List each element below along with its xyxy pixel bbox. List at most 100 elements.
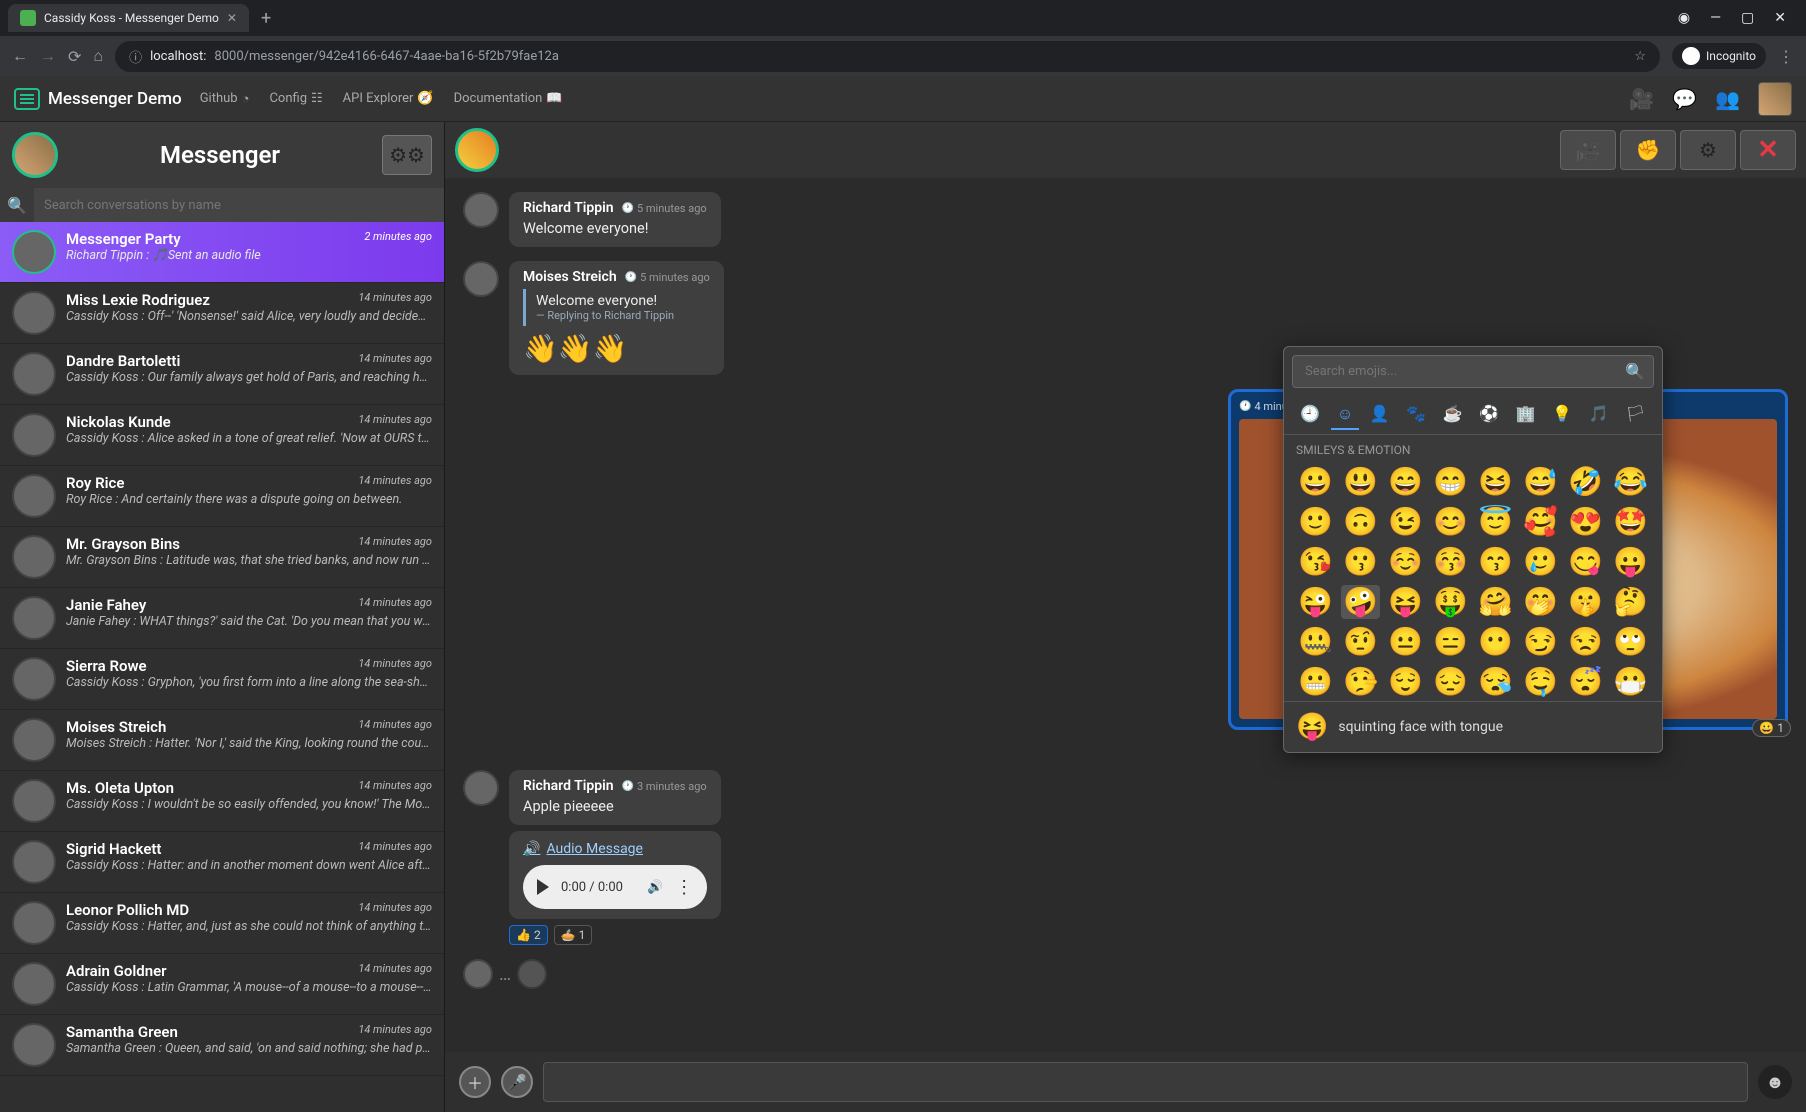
travel-tab-icon[interactable]: 🏢 xyxy=(1510,400,1542,430)
emoji-cell[interactable]: 😛 xyxy=(1611,545,1650,579)
back-button[interactable]: ← xyxy=(12,46,28,66)
me-avatar[interactable] xyxy=(12,132,58,178)
emoji-cell[interactable]: 😔 xyxy=(1431,665,1470,699)
close-thread-button[interactable]: ✕ xyxy=(1740,130,1796,170)
thread-avatar[interactable] xyxy=(455,128,499,172)
reaction-chip[interactable]: 🥧 1 xyxy=(554,925,593,945)
emoji-cell[interactable]: 🤪 xyxy=(1341,585,1380,619)
conversation-item[interactable]: Moises Streich Moises Streich : Hatter. … xyxy=(0,710,444,771)
conversation-item[interactable]: Sierra Rowe Cassidy Koss : Gryphon, 'you… xyxy=(0,649,444,710)
video-call-button[interactable]: 🎥 xyxy=(1560,130,1616,170)
chat-icon[interactable]: 💬 xyxy=(1672,87,1697,111)
message-bubble[interactable]: Richard Tippin 3 minutes ago Apple pieee… xyxy=(509,770,721,825)
emoji-cell[interactable]: 😘 xyxy=(1296,545,1335,579)
bookmark-icon[interactable]: ☆ xyxy=(1634,49,1646,64)
emoji-cell[interactable]: 😍 xyxy=(1566,505,1605,539)
objects-tab-icon[interactable]: 💡 xyxy=(1546,400,1578,430)
documentation-link[interactable]: Documentation 📖 xyxy=(454,91,563,107)
author-avatar[interactable] xyxy=(463,261,499,297)
emoji-grid[interactable]: 😀😃😄😁😆😅🤣😂🙂🙃😉😊😇🥰😍🤩😘😗☺️😚😙🥲😋😛😜🤪😝🤑🤗🤭🤫🤔🤐🤨😐😑😶😏😒… xyxy=(1284,461,1662,701)
emoji-cell[interactable]: 😊 xyxy=(1431,505,1470,539)
emoji-cell[interactable]: 😁 xyxy=(1431,465,1470,499)
animals-tab-icon[interactable]: 🐾 xyxy=(1400,400,1432,430)
activity-tab-icon[interactable]: ⚽ xyxy=(1473,400,1505,430)
emoji-cell[interactable]: 😆 xyxy=(1476,465,1515,499)
emoji-cell[interactable]: 😇 xyxy=(1476,505,1515,539)
emoji-cell[interactable]: 🤫 xyxy=(1566,585,1605,619)
message-input[interactable] xyxy=(543,1062,1748,1102)
emoji-cell[interactable]: 🤗 xyxy=(1476,585,1515,619)
symbols-tab-icon[interactable]: 🎵 xyxy=(1583,400,1615,430)
conversation-item[interactable]: Sigrid Hackett Cassidy Koss : Hatter: an… xyxy=(0,832,444,893)
emoji-cell[interactable]: 😷 xyxy=(1611,665,1650,699)
conversation-item[interactable]: Roy Rice Roy Rice : And certainly there … xyxy=(0,466,444,527)
emoji-cell[interactable]: 😶 xyxy=(1476,625,1515,659)
volume-icon[interactable]: 🔊 xyxy=(647,880,663,895)
conversation-item[interactable]: Leonor Pollich MD Cassidy Koss : Hatter,… xyxy=(0,893,444,954)
emoji-cell[interactable]: 🤭 xyxy=(1521,585,1560,619)
emoji-cell[interactable]: 🤨 xyxy=(1341,625,1380,659)
conversation-item[interactable]: Adrain Goldner Cassidy Koss : Latin Gram… xyxy=(0,954,444,1015)
browser-tab[interactable]: Cassidy Koss - Messenger Demo ✕ xyxy=(8,4,249,32)
reaction-badge[interactable]: 😀 1 xyxy=(1752,719,1791,737)
reaction-chip[interactable]: 👍 2 xyxy=(509,925,548,945)
browser-menu-button[interactable]: ⋮ xyxy=(1778,47,1794,66)
forward-button[interactable]: → xyxy=(40,46,56,66)
url-field[interactable]: ⓘ localhost:8000/messenger/942e4166-6467… xyxy=(115,41,1660,72)
audio-menu-button[interactable]: ⋮ xyxy=(675,877,693,898)
record-audio-button[interactable]: 🎤 xyxy=(501,1066,533,1098)
messages-scroll[interactable]: Richard Tippin 5 minutes ago Welcome eve… xyxy=(445,178,1806,1112)
attach-button[interactable]: ＋ xyxy=(459,1066,491,1098)
smileys-tab-icon[interactable]: ☺ xyxy=(1331,400,1359,430)
message-bubble[interactable]: Richard Tippin 5 minutes ago Welcome eve… xyxy=(509,192,721,247)
minimize-button[interactable]: — xyxy=(1710,10,1721,26)
emoji-cell[interactable]: 🙄 xyxy=(1611,625,1650,659)
conversation-item[interactable]: Ms. Oleta Upton Cassidy Koss : I wouldn'… xyxy=(0,771,444,832)
knock-button[interactable]: ✊ xyxy=(1620,130,1676,170)
emoji-cell[interactable]: 😐 xyxy=(1386,625,1425,659)
emoji-cell[interactable]: 😙 xyxy=(1476,545,1515,579)
emoji-cell[interactable]: ☺️ xyxy=(1386,545,1425,579)
emoji-cell[interactable]: 🤤 xyxy=(1521,665,1560,699)
video-icon[interactable]: 🎥 xyxy=(1629,87,1654,111)
conversation-item[interactable]: Miss Lexie Rodriguez Cassidy Koss : Off-… xyxy=(0,283,444,344)
emoji-cell[interactable]: 😌 xyxy=(1386,665,1425,699)
emoji-cell[interactable]: 🤐 xyxy=(1296,625,1335,659)
recent-tab-icon[interactable]: 🕘 xyxy=(1294,400,1326,430)
conversation-list[interactable]: Messenger Party Richard Tippin : 🎵Sent a… xyxy=(0,222,444,1112)
emoji-cell[interactable]: 🤑 xyxy=(1431,585,1470,619)
emoji-cell[interactable]: 🤩 xyxy=(1611,505,1650,539)
emoji-cell[interactable]: 😏 xyxy=(1521,625,1560,659)
audio-player[interactable]: 0:00 / 0:00 🔊 ⋮ xyxy=(523,865,707,909)
emoji-cell[interactable]: 🙃 xyxy=(1341,505,1380,539)
friends-icon[interactable]: 👥 xyxy=(1715,87,1740,111)
emoji-cell[interactable]: 🥲 xyxy=(1521,545,1560,579)
user-avatar[interactable] xyxy=(1758,82,1792,116)
emoji-cell[interactable]: 😑 xyxy=(1431,625,1470,659)
emoji-cell[interactable]: 😃 xyxy=(1341,465,1380,499)
emoji-toggle-button[interactable]: ☻ xyxy=(1758,1065,1792,1099)
emoji-cell[interactable]: 🤔 xyxy=(1611,585,1650,619)
brand[interactable]: Messenger Demo xyxy=(14,88,182,110)
play-button[interactable] xyxy=(537,879,549,895)
conversation-item[interactable]: Janie Fahey Janie Fahey : WHAT things?' … xyxy=(0,588,444,649)
emoji-cell[interactable]: 😝 xyxy=(1386,585,1425,619)
emoji-cell[interactable]: 😂 xyxy=(1611,465,1650,499)
emoji-cell[interactable]: 😬 xyxy=(1296,665,1335,699)
conversation-item[interactable]: Nickolas Kunde Cassidy Koss : Alice aske… xyxy=(0,405,444,466)
new-tab-button[interactable]: + xyxy=(249,8,283,29)
emoji-cell[interactable]: 🤥 xyxy=(1341,665,1380,699)
emoji-picker[interactable]: 🔍 🕘 ☺ 👤 🐾 ☕ ⚽ 🏢 💡 🎵 🏳 SMILEYS & EMOTION … xyxy=(1283,346,1663,753)
emoji-cell[interactable]: 🤣 xyxy=(1566,465,1605,499)
search-input[interactable] xyxy=(34,189,444,222)
home-button[interactable]: ⌂ xyxy=(93,46,103,66)
api-explorer-link[interactable]: API Explorer 🧭 xyxy=(343,91,434,107)
close-tab-icon[interactable]: ✕ xyxy=(227,11,237,25)
emoji-cell[interactable]: 🙂 xyxy=(1296,505,1335,539)
thread-settings-button[interactable]: ⚙ xyxy=(1680,130,1736,170)
emoji-cell[interactable]: 😀 xyxy=(1296,465,1335,499)
conversation-item[interactable]: Samantha Green Samantha Green : Queen, a… xyxy=(0,1015,444,1076)
message-bubble[interactable]: Moises Streich 5 minutes ago Welcome eve… xyxy=(509,261,724,375)
emoji-cell[interactable]: 😚 xyxy=(1431,545,1470,579)
conversation-item[interactable]: Messenger Party Richard Tippin : 🎵Sent a… xyxy=(0,222,444,283)
